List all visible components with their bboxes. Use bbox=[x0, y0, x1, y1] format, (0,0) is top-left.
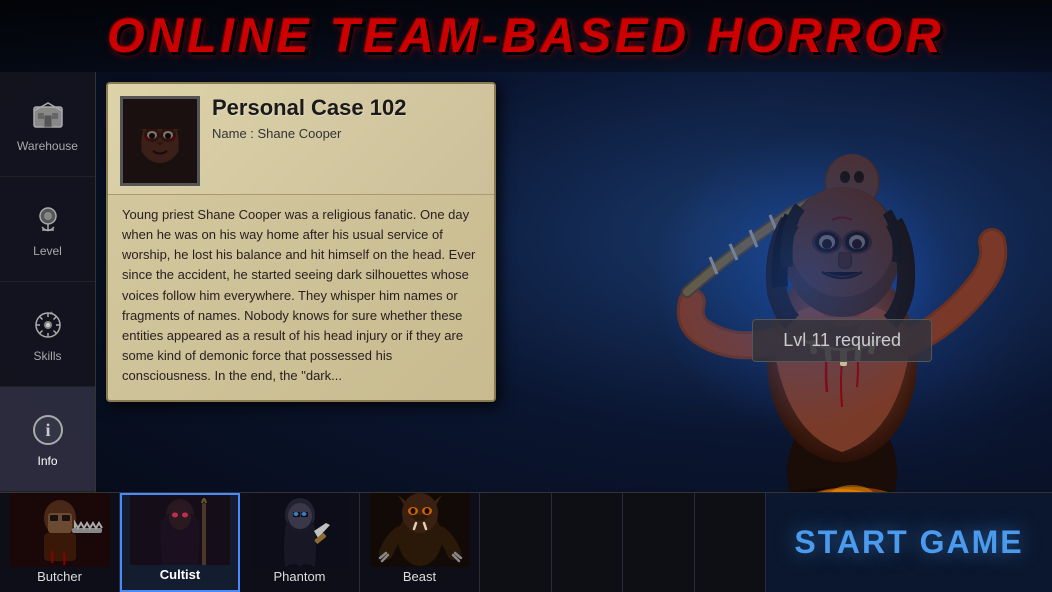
title-bar: ONLINE TEAM-BASED HORROR bbox=[0, 0, 1052, 72]
phantom-label: Phantom bbox=[273, 567, 325, 586]
char-item-phantom[interactable]: Phantom bbox=[240, 493, 360, 592]
cultist-thumbnail bbox=[122, 495, 238, 565]
sidebar-info-label: Info bbox=[37, 454, 57, 468]
char-item-beast[interactable]: Beast bbox=[360, 493, 480, 592]
main-title: ONLINE TEAM-BASED HORROR bbox=[107, 9, 944, 64]
case-info: Personal Case 102 Name : Shane Cooper bbox=[212, 96, 482, 141]
char-slot-8 bbox=[695, 493, 767, 592]
character-portrait bbox=[120, 96, 200, 186]
svg-text:i: i bbox=[45, 420, 50, 440]
beast-thumbnail bbox=[360, 493, 479, 567]
sidebar-item-skills[interactable]: Skills bbox=[0, 282, 95, 387]
main-content: Personal Case 102 Name : Shane Cooper Yo… bbox=[96, 72, 1052, 492]
level-icon bbox=[28, 200, 68, 240]
info-icon: i bbox=[28, 410, 68, 450]
cultist-label: Cultist bbox=[160, 565, 200, 584]
case-card: Personal Case 102 Name : Shane Cooper Yo… bbox=[106, 82, 496, 402]
case-card-header: Personal Case 102 Name : Shane Cooper bbox=[108, 84, 494, 195]
char-item-butcher[interactable]: Butcher bbox=[0, 493, 120, 592]
sidebar-item-warehouse[interactable]: Warehouse bbox=[0, 72, 95, 177]
start-game-button[interactable]: START GAME bbox=[766, 493, 1052, 592]
skills-icon bbox=[28, 305, 68, 345]
char-slot-6 bbox=[552, 493, 624, 592]
char-item-cultist[interactable]: Cultist bbox=[120, 493, 240, 592]
case-title: Personal Case 102 bbox=[212, 96, 482, 120]
warehouse-icon bbox=[28, 95, 68, 135]
sidebar-item-level[interactable]: Level bbox=[0, 177, 95, 282]
sidebar-skills-label: Skills bbox=[33, 349, 61, 363]
character-selection-bar: Butcher Cultist bbox=[0, 492, 1052, 592]
sidebar-item-info[interactable]: i Info bbox=[0, 387, 95, 492]
char-slot-5 bbox=[480, 493, 552, 592]
sidebar-warehouse-label: Warehouse bbox=[17, 139, 78, 153]
monster-glow bbox=[652, 132, 952, 432]
level-required-badge: Lvl 11 required bbox=[752, 319, 932, 362]
phantom-thumbnail bbox=[240, 493, 359, 567]
sidebar: Warehouse Level bbox=[0, 72, 96, 492]
empty-char-slots bbox=[480, 493, 766, 592]
sidebar-level-label: Level bbox=[33, 244, 62, 258]
level-required-text: Lvl 11 required bbox=[783, 330, 901, 350]
butcher-label: Butcher bbox=[37, 567, 82, 586]
char-slot-7 bbox=[623, 493, 695, 592]
case-description: Young priest Shane Cooper was a religiou… bbox=[108, 195, 494, 400]
start-game-label: START GAME bbox=[794, 524, 1023, 561]
beast-label: Beast bbox=[403, 567, 436, 586]
case-name: Name : Shane Cooper bbox=[212, 126, 482, 141]
butcher-thumbnail bbox=[0, 493, 119, 567]
